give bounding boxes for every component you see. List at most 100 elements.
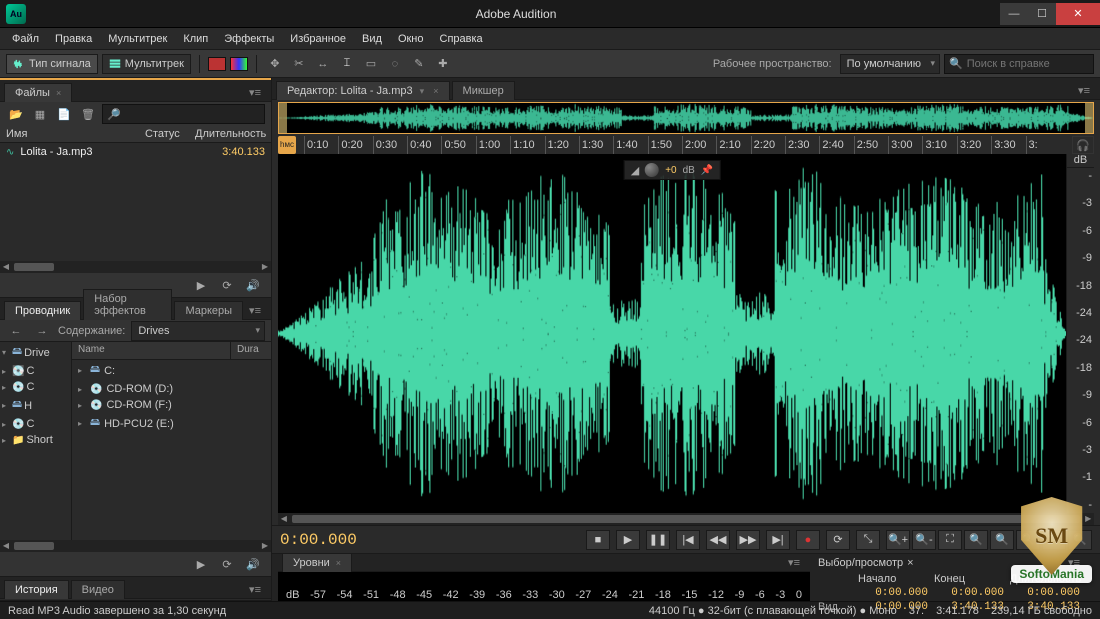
nav-fwd-button[interactable]: → xyxy=(32,322,52,340)
zoom-out-v-button[interactable]: 🔍 xyxy=(1016,530,1040,550)
time-select-tool[interactable]: ⌶ xyxy=(337,55,357,73)
auto-play-button[interactable]: 🔊 xyxy=(243,555,263,573)
close-icon[interactable]: × xyxy=(56,88,61,98)
col-status[interactable]: Статус xyxy=(145,128,195,140)
files-filter[interactable]: 🔎 xyxy=(102,104,265,124)
tree-row[interactable]: ▸💽C xyxy=(0,363,71,379)
skip-selection-button[interactable]: ⤡ xyxy=(856,530,880,550)
panel-menu-button[interactable]: ▾≡ xyxy=(1064,554,1084,571)
zoom-sel-button[interactable]: 🔍 xyxy=(964,530,988,550)
sel-value[interactable]: 0:00.000 xyxy=(858,587,928,599)
list-item[interactable]: ▸🖴HD-PCU2 (E:) xyxy=(72,413,271,434)
file-row[interactable]: ∿ Lolita - Ja.mp3 3:40.133 xyxy=(0,143,271,161)
list-item[interactable]: ▸💿CD-ROM (F:) xyxy=(72,397,271,413)
col-duration[interactable]: Длительность xyxy=(195,128,265,140)
skip-fwd-button[interactable]: ▶| xyxy=(766,530,790,550)
help-search-input[interactable] xyxy=(967,58,1100,70)
window-close-button[interactable]: ✕ xyxy=(1056,3,1100,25)
workspace-dropdown[interactable]: По умолчанию xyxy=(840,54,940,74)
browser-scrollbar[interactable]: ◀▶ xyxy=(0,540,271,552)
close-icon[interactable]: × xyxy=(433,86,438,96)
overview-waveform[interactable] xyxy=(278,102,1094,134)
list-item[interactable]: ▸🖴C: xyxy=(72,360,271,381)
delete-button[interactable]: 🗑 xyxy=(78,105,98,123)
nav-back-button[interactable]: ← xyxy=(6,322,26,340)
col-name[interactable]: Имя xyxy=(6,128,145,140)
tab-markers[interactable]: Маркеры xyxy=(174,301,243,320)
sel-value[interactable]: 0:00.000 xyxy=(1010,587,1080,599)
color-swatch-right[interactable] xyxy=(230,57,248,71)
menu-effects[interactable]: Эффекты xyxy=(218,31,280,47)
col-dur[interactable]: Dura xyxy=(231,342,271,359)
tree-row[interactable]: ▸📁Short xyxy=(0,432,71,448)
mixer-tab[interactable]: Микшер xyxy=(452,81,515,100)
zoom-sel-in-button[interactable]: 🔍 xyxy=(1042,530,1066,550)
tab-history[interactable]: История xyxy=(4,580,69,599)
col-name[interactable]: Name xyxy=(72,342,231,359)
tab-browser[interactable]: Проводник xyxy=(4,301,81,320)
sel-value[interactable]: 0:00.000 xyxy=(934,587,1004,599)
panel-menu-button[interactable]: ▾≡ xyxy=(245,581,265,598)
zoom-in-button[interactable]: 🔍+ xyxy=(886,530,910,550)
tree-row[interactable]: ▸💿C xyxy=(0,379,71,395)
levels-tab[interactable]: Уровни× xyxy=(282,553,352,572)
volume-knob[interactable] xyxy=(645,163,659,177)
panel-menu-button[interactable]: ▾≡ xyxy=(245,84,265,101)
play-button[interactable]: ▶ xyxy=(191,555,211,573)
menu-edit[interactable]: Правка xyxy=(49,31,98,47)
menu-clip[interactable]: Клип xyxy=(177,31,214,47)
files-scrollbar[interactable]: ◀▶ xyxy=(0,261,271,273)
timecode[interactable]: 0:00.000 xyxy=(280,531,380,549)
skip-back-button[interactable]: |◀ xyxy=(676,530,700,550)
zoom-out-button[interactable]: 🔍- xyxy=(912,530,936,550)
tree-row[interactable]: ▾🖴Drive xyxy=(0,342,71,363)
zoom-full-button[interactable]: ⛶ xyxy=(938,530,962,550)
overview-handle-left[interactable] xyxy=(279,103,287,133)
menu-multitrack[interactable]: Мультитрек xyxy=(102,31,173,47)
zoom-sel-out-button[interactable]: 🔍 xyxy=(1068,530,1092,550)
tree-row[interactable]: ▸💿C xyxy=(0,416,71,432)
list-item[interactable]: ▸💿CD-ROM (D:) xyxy=(72,381,271,397)
close-icon[interactable]: × xyxy=(336,558,341,568)
multitrack-mode-button[interactable]: Мультитрек xyxy=(102,54,191,74)
slip-tool[interactable]: ↔ xyxy=(313,55,333,73)
menu-view[interactable]: Вид xyxy=(356,31,388,47)
panel-menu-button[interactable]: ▾≡ xyxy=(1074,82,1094,99)
window-maximize-button[interactable]: ☐ xyxy=(1028,3,1056,25)
tab-dropdown-icon[interactable]: ▾ xyxy=(420,86,425,96)
loop-button[interactable]: ⟳ xyxy=(217,555,237,573)
menu-file[interactable]: Файл xyxy=(6,31,45,47)
editor-tab[interactable]: Редактор: Lolita - Ja.mp3 ▾ × xyxy=(276,81,450,100)
tab-effects-rack[interactable]: Набор эффектов xyxy=(83,289,172,320)
loop-button[interactable]: ⟳ xyxy=(217,276,237,294)
stop-button[interactable]: ■ xyxy=(586,530,610,550)
pin-icon[interactable]: 📌 xyxy=(701,165,713,176)
window-minimize-button[interactable]: — xyxy=(1000,3,1028,25)
auto-play-button[interactable]: 🔊 xyxy=(243,276,263,294)
tree-row[interactable]: ▸🖴H xyxy=(0,395,71,416)
rewind-button[interactable]: ◀◀ xyxy=(706,530,730,550)
volume-hud[interactable]: ◢ +0 dB 📌 xyxy=(624,160,721,180)
forward-button[interactable]: ▶▶ xyxy=(736,530,760,550)
lasso-tool[interactable]: ◌ xyxy=(385,55,405,73)
menu-help[interactable]: Справка xyxy=(434,31,489,47)
files-tab[interactable]: Файлы× xyxy=(4,83,72,102)
heal-tool[interactable]: ✚ xyxy=(433,55,453,73)
razor-tool[interactable]: ✂ xyxy=(289,55,309,73)
new-file-button[interactable]: ▦ xyxy=(30,105,50,123)
tab-video[interactable]: Видео xyxy=(71,580,125,599)
pause-button[interactable]: ❚❚ xyxy=(646,530,670,550)
loop-button[interactable]: ⟳ xyxy=(826,530,850,550)
panel-menu-button[interactable]: ▾≡ xyxy=(784,554,804,571)
move-tool[interactable]: ✥ xyxy=(265,55,285,73)
close-icon[interactable]: × xyxy=(907,557,913,569)
waveform-mode-button[interactable]: Тип сигнала xyxy=(6,54,98,74)
overview-handle-right[interactable] xyxy=(1085,103,1093,133)
open-file-button[interactable]: 📂 xyxy=(6,105,26,123)
panel-menu-button[interactable]: ▾≡ xyxy=(245,302,265,319)
content-dropdown[interactable]: Drives xyxy=(131,321,265,341)
play-button[interactable]: ▶ xyxy=(191,276,211,294)
color-swatch-left[interactable] xyxy=(208,57,226,71)
time-ruler[interactable]: hмс 0:100:200:300:400:501:001:101:201:30… xyxy=(278,136,1066,154)
record-file-button[interactable]: 📄 xyxy=(54,105,74,123)
